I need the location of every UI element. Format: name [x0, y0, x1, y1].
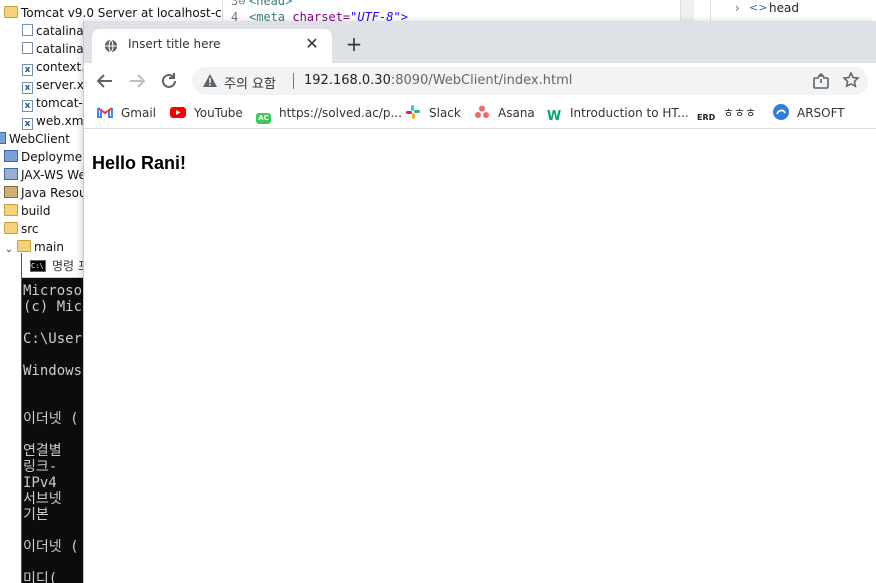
tag-icon: <>: [749, 1, 768, 14]
youtube-icon: [170, 107, 186, 118]
bookmarks-bar: Gmail YouTube AC https://solved.ac/p... S…: [84, 99, 876, 129]
tree-item-deployment[interactable]: Deploymen: [4, 148, 90, 166]
cmd-output-line: IPv4: [23, 475, 57, 491]
warning-icon[interactable]: [202, 73, 218, 89]
outline-item-head[interactable]: head: [769, 1, 799, 15]
tree-item-build[interactable]: build: [4, 202, 51, 220]
cmd-output-line: 미디(: [23, 571, 58, 583]
cmd-icon: C:\: [30, 260, 46, 272]
xml-file-icon: x: [22, 64, 33, 76]
bookmark-asana[interactable]: Asana: [474, 103, 535, 123]
reload-icon: [162, 73, 176, 88]
xml-file-icon: x: [22, 82, 33, 94]
code-line: <head>: [249, 0, 293, 8]
reload-button[interactable]: [156, 69, 182, 93]
code-editor[interactable]: 3⊖ <head> 4 <meta charset="UTF-8">: [222, 0, 692, 24]
erd-icon: ERD: [697, 113, 716, 122]
gmail-icon: [97, 107, 113, 118]
bookmark-gmail[interactable]: Gmail: [97, 103, 156, 123]
address-bar[interactable]: 주의 요함 192.168.0.30:8090/WebClient/index.…: [192, 67, 868, 95]
url-text[interactable]: 192.168.0.30:8090/WebClient/index.html: [304, 73, 572, 88]
cmd-title-bar[interactable]: C:\ 명령 프: [22, 253, 91, 278]
arrow-left-icon: [96, 74, 112, 88]
xml-file-icon: x: [22, 100, 33, 112]
tree-item-java-resources[interactable]: Java Resou: [4, 184, 87, 202]
file-icon: [22, 42, 33, 54]
folder-icon: [4, 6, 18, 18]
bookmark-erd[interactable]: ERD ㅎㅎㅎ: [697, 103, 756, 123]
cmd-output-line: C:\Users: [23, 331, 91, 347]
omnibox-divider: [293, 73, 294, 89]
not-secure-label[interactable]: 주의 요함: [224, 73, 276, 92]
slack-icon: [406, 105, 420, 119]
xml-file-icon: x: [22, 118, 33, 130]
tree-item-jaxws[interactable]: JAX-WS We: [4, 166, 86, 184]
globe-icon: [104, 39, 118, 53]
cmd-output-line: 이더넷 (: [23, 411, 79, 427]
java-resources-icon: [4, 186, 18, 198]
bookmark-star-icon[interactable]: [842, 71, 860, 89]
url-host: 192.168.0.30: [304, 73, 391, 88]
folder-icon: [17, 240, 31, 252]
deployment-icon: [4, 150, 18, 162]
cmd-output-line: 기본: [23, 507, 49, 523]
tab-active[interactable]: Insert title here ✕: [92, 29, 332, 63]
page-content: Hello Rani!: [84, 130, 876, 583]
cmd-output-line: 링크-: [23, 459, 58, 475]
editor-scrollbar[interactable]: [680, 0, 694, 22]
tree-item-catalina-2[interactable]: catalina: [22, 40, 84, 58]
chevron-right-icon[interactable]: ›: [735, 1, 740, 15]
bookmark-arsoft[interactable]: ARSOFT: [773, 103, 845, 123]
outline-view: › <> head: [710, 0, 876, 22]
tree-item-webclient[interactable]: WebClient: [0, 130, 70, 148]
bookmark-slack[interactable]: Slack: [405, 103, 461, 123]
tab-title: Insert title here: [128, 37, 221, 51]
url-path: :8090/WebClient/index.html: [390, 73, 573, 88]
tab-strip: Insert title here ✕ +: [84, 21, 876, 63]
command-prompt-window[interactable]: C:\ 명령 프 Microsof (c) Micr C:\Users Windows…: [21, 253, 91, 583]
forward-button[interactable]: [124, 69, 150, 93]
tree-item-tomcat-users[interactable]: x tomcat-: [22, 94, 83, 112]
asana-icon: [475, 105, 489, 118]
folder-icon: [4, 222, 18, 234]
cmd-output-line: Windows: [23, 363, 83, 379]
browser-window: Insert title here ✕ + 주의 요함 192.168.0.30…: [83, 21, 876, 583]
project-icon: [0, 132, 6, 144]
new-tab-button[interactable]: +: [342, 33, 366, 57]
w3schools-icon: W: [546, 109, 562, 124]
tree-item-tomcat-server[interactable]: Tomcat v9.0 Server at localhost-c: [4, 4, 222, 22]
page-heading: Hello Rani!: [92, 153, 187, 173]
bookmark-solvedac[interactable]: AC https://solved.ac/p...: [256, 103, 402, 124]
cmd-output-line: 서브넷: [23, 491, 62, 507]
line-number: 3⊖: [231, 0, 246, 8]
bookmark-w3schools[interactable]: W Introduction to HT...: [546, 103, 689, 124]
folder-icon: [4, 204, 18, 216]
chevron-down-icon[interactable]: ⌄: [4, 241, 14, 255]
cmd-output-line: 연결별: [23, 443, 62, 459]
back-button[interactable]: [92, 69, 118, 93]
cmd-output-line: (c) Micr: [23, 299, 91, 315]
arrow-right-icon: [130, 74, 146, 88]
cmd-output-line: Microsof: [23, 283, 91, 299]
solvedac-icon: AC: [256, 113, 271, 124]
tree-item-catalina-1[interactable]: catalina: [22, 22, 84, 40]
arsoft-icon: [773, 104, 789, 120]
cmd-output-line: 이더넷 (: [23, 539, 79, 555]
tree-item-context-xml[interactable]: x context.: [22, 58, 85, 76]
share-icon[interactable]: [812, 72, 830, 90]
close-tab-icon[interactable]: ✕: [302, 34, 322, 54]
jaxws-icon: [4, 168, 18, 180]
tree-item-web-xml[interactable]: x web.xm: [22, 112, 83, 130]
browser-toolbar: 주의 요함 192.168.0.30:8090/WebClient/index.…: [84, 63, 876, 99]
file-icon: [22, 24, 33, 36]
bookmark-youtube[interactable]: YouTube: [170, 103, 243, 123]
tree-item-src[interactable]: src: [4, 220, 39, 238]
